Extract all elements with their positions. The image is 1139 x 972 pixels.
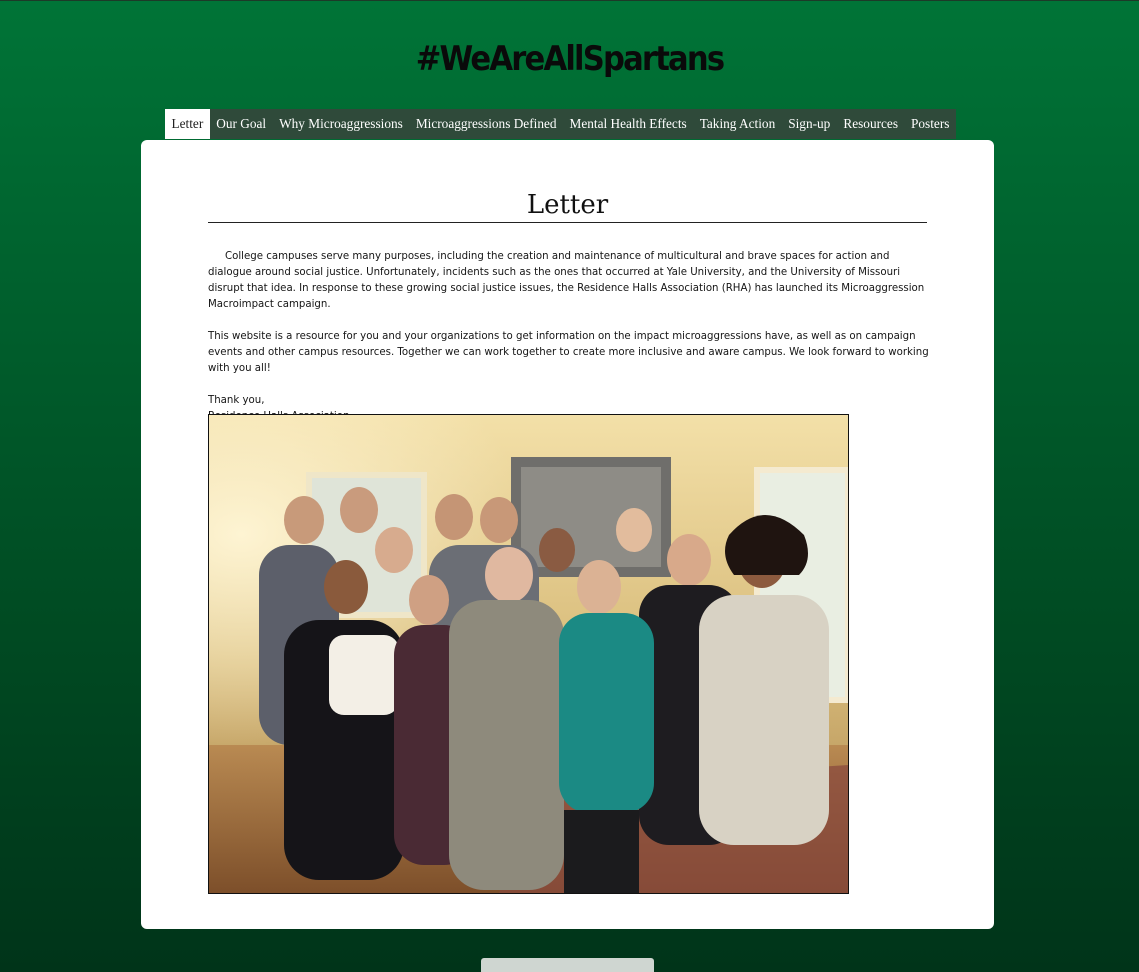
nav-tab-sign-up[interactable]: Sign-up: [781, 109, 837, 139]
page-heading: Letter: [208, 184, 927, 223]
nav-tab-microaggressions-defined[interactable]: Microaggressions Defined: [409, 109, 564, 139]
nav-tab-mental-health-effects[interactable]: Mental Health Effects: [563, 109, 694, 139]
group-photo: [208, 414, 849, 894]
content-card: Letter College campuses serve many purpo…: [141, 140, 994, 929]
nav-tab-taking-action[interactable]: Taking Action: [693, 109, 782, 139]
group-photo-image: [209, 415, 848, 893]
nav-tab-posters[interactable]: Posters: [904, 109, 956, 139]
letter-paragraph: College campuses serve many purposes, in…: [208, 251, 925, 310]
letter-body: College campuses serve many purposes, in…: [208, 249, 930, 425]
main-nav: Letter Our Goal Why Microaggressions Mic…: [165, 109, 956, 139]
site-title: #WeAreAllSpartans: [415, 39, 725, 79]
letter-paragraph: This website is a resource for you and y…: [208, 331, 929, 374]
nav-tab-why-microaggressions[interactable]: Why Microaggressions: [272, 109, 410, 139]
nav-tab-our-goal[interactable]: Our Goal: [209, 109, 273, 139]
nav-tab-letter[interactable]: Letter: [165, 109, 210, 139]
letter-signoff: Thank you,: [208, 395, 265, 406]
nav-tab-resources[interactable]: Resources: [836, 109, 905, 139]
footer-tab: [481, 958, 654, 972]
